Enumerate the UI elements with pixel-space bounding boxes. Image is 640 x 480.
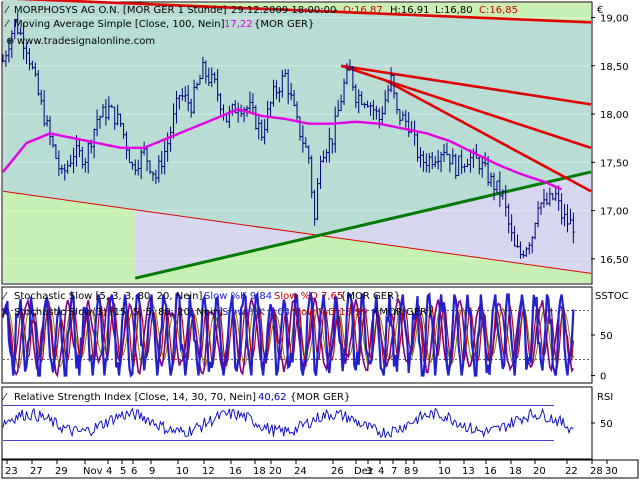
x-tick-label: 4 — [378, 466, 384, 477]
stoch1-d-label: Slow %D 7,65 — [274, 291, 343, 302]
x-tick-label: 20 — [269, 466, 282, 477]
x-tick-label: 9 — [149, 466, 155, 477]
x-tick-label: 20 — [533, 466, 546, 477]
symbol-label: MORPHOSYS AG O.N. [MOR GER 1 Stunde] — [14, 5, 227, 16]
x-tick-label: 29 — [55, 466, 68, 477]
x-tick-label: 27 — [30, 466, 43, 477]
x-tick-label: 5 — [120, 466, 126, 477]
globe-icon: ⊕ — [6, 36, 14, 47]
x-tick-label: Nov — [83, 466, 103, 477]
x-tick-label: 8 — [404, 466, 410, 477]
x-tick-label: 6 — [131, 466, 137, 477]
stoch1-suffix: {MOR GER} — [340, 291, 400, 302]
x-tick-label: 26 — [331, 466, 344, 477]
datetime-label: 29.12.2009 18:00:00 — [231, 5, 336, 16]
x-tick-label: 18 — [509, 466, 522, 477]
x-tick-label: 10 — [438, 466, 451, 477]
x-tick-label: 13 — [462, 466, 475, 477]
low-label: L:16,80 — [435, 5, 473, 16]
price-tick-label: 18,00 — [600, 110, 629, 121]
high-label: H:16,91 — [390, 5, 430, 16]
x-tick-label: 3 — [366, 466, 372, 477]
x-tick-label: 7 — [391, 466, 397, 477]
x-tick-label: 18 — [253, 466, 266, 477]
price-tick-label: 17,50 — [600, 158, 629, 169]
rsi-tick-label: 50 — [600, 419, 613, 430]
x-tick-label: 16 — [229, 466, 242, 477]
price-tick-label: 18,50 — [600, 62, 629, 73]
rsi-value: 40,62 — [258, 392, 287, 403]
stoch2-k-label: Slow %K 8,04 — [222, 307, 290, 318]
x-tick-label: 12 — [202, 466, 215, 477]
stoch-axis-title: SSTOC — [595, 291, 629, 302]
price-tick-label: 19,00 — [600, 13, 629, 24]
stoch2-suffix: {MOR GER} — [373, 307, 433, 318]
ma-suffix: {MOR GER} — [254, 19, 314, 30]
rsi-axis-title: RSI — [597, 392, 613, 403]
x-tick-label: 9 — [412, 466, 418, 477]
stoch1-label: Stochastic Slow [5, 3, 3, 80, 20, Nein] — [14, 291, 203, 302]
stoch-tick-label: 0 — [600, 372, 606, 383]
chart-window: 19,00 18,50 18,00 17,50 17,00 16,50 50 0 50 23… — [0, 0, 640, 480]
rsi-suffix: {MOR GER} — [290, 392, 350, 403]
x-tick-label: 10 — [176, 466, 189, 477]
stoch1-k-label: Slow %K 9,84 — [204, 291, 272, 302]
x-tick-label: 24 — [294, 466, 307, 477]
price-tick-label: 16,50 — [600, 255, 629, 266]
x-tick-label: 16 — [484, 466, 497, 477]
chart-svg: 19,00 18,50 18,00 17,50 17,00 16,50 50 0 50 23… — [1, 0, 639, 479]
watermark: www.tradesignalonline.com — [17, 36, 155, 47]
x-tick-label: 30 — [605, 466, 618, 477]
stoch2-d-label: Slow %D 13,99 — [292, 307, 368, 318]
x-tick-label: 22 — [565, 466, 578, 477]
stoch-tick-label: 50 — [600, 331, 613, 342]
dash-label: - — [334, 5, 338, 16]
currency-label: € — [597, 5, 603, 16]
x-tick-label: 28 — [590, 466, 603, 477]
close-label: C:16,85 — [479, 5, 518, 16]
ma-label: Moving Average Simple [Close, 100, Nein] — [14, 19, 225, 30]
stoch2-label: Stochastic Slow(3) [15, 5, 5, 80, 20, Ne… — [14, 307, 223, 318]
price-tick-label: 17,00 — [600, 207, 629, 218]
open-label: O:16,87 — [343, 5, 383, 16]
x-tick-label: 4 — [106, 466, 112, 477]
x-tick-label: 23 — [5, 466, 18, 477]
rsi-label: Relative Strength Index [Close, 14, 30, … — [14, 392, 256, 403]
ma-value: 17,22 — [224, 19, 253, 30]
